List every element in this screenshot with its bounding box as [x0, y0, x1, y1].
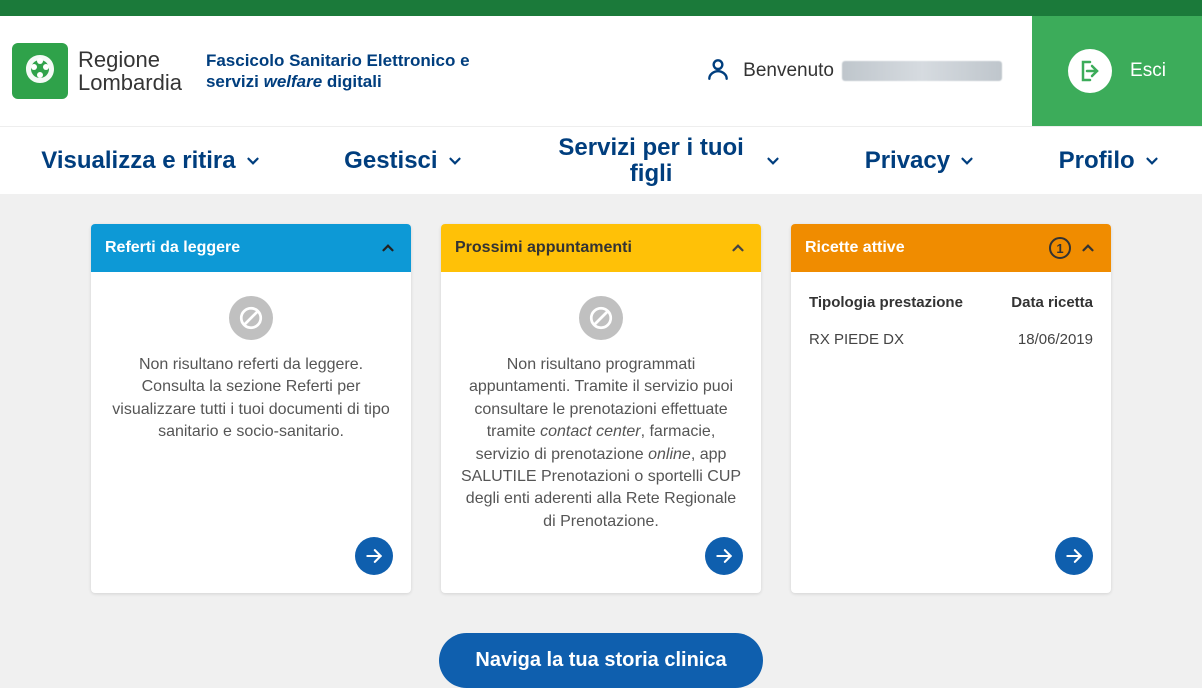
header: Regione Lombardia Fascicolo Sanitario El…	[0, 16, 1202, 126]
ricetta-date: 18/06/2019	[1018, 329, 1093, 350]
dashboard-cards: Referti da leggere Non risultano referti…	[0, 194, 1202, 613]
logo-line1: Regione	[78, 48, 182, 71]
card-title: Referti da leggere	[105, 239, 240, 257]
logo-text: Regione Lombardia	[78, 48, 182, 94]
card-appuntamenti-go-button[interactable]	[705, 537, 743, 575]
card-referti-header[interactable]: Referti da leggere	[91, 224, 411, 272]
bottom-cta-area: Naviga la tua storia clinica	[0, 613, 1202, 688]
main-navbar: Visualizza e ritira Gestisci Servizi per…	[0, 126, 1202, 194]
card-title: Prossimi appuntamenti	[455, 239, 632, 257]
chevron-down-icon	[764, 152, 782, 170]
chevron-down-icon	[446, 152, 464, 170]
regione-lombardia-logo-icon	[12, 43, 68, 99]
nav-label: Servizi per i tuoi figli	[546, 135, 756, 185]
top-green-bar	[0, 0, 1202, 16]
nav-label: Privacy	[865, 148, 950, 173]
tagline-em: welfare	[264, 72, 323, 91]
user-icon	[705, 56, 731, 87]
empty-state-icon	[579, 296, 623, 340]
card-title: Ricette attive	[805, 239, 905, 257]
nav-servizi-figli[interactable]: Servizi per i tuoi figli	[546, 135, 782, 185]
msg-em: contact center	[540, 423, 641, 440]
nav-label: Gestisci	[344, 148, 437, 173]
naviga-storia-clinica-button[interactable]: Naviga la tua storia clinica	[439, 633, 762, 688]
chevron-down-icon	[958, 152, 976, 170]
welcome-text: Benvenuto	[743, 60, 1002, 82]
user-name-redacted	[842, 61, 1002, 81]
msg-em: online	[648, 446, 691, 463]
card-referti-go-button[interactable]	[355, 537, 393, 575]
card-ricette: Ricette attive 1 Tipologia prestazione D…	[791, 224, 1111, 593]
ricetta-name: RX PIEDE DX	[809, 329, 904, 350]
nav-privacy[interactable]: Privacy	[865, 148, 976, 173]
welcome-label: Benvenuto	[743, 60, 834, 82]
count-badge: 1	[1049, 237, 1071, 259]
card-ricette-header[interactable]: Ricette attive 1	[791, 224, 1111, 272]
card-message: Non risultano referti da leggere. Consul…	[109, 354, 393, 444]
card-appuntamenti-header[interactable]: Prossimi appuntamenti	[441, 224, 761, 272]
col-data: Data ricetta	[1011, 292, 1093, 313]
col-tipologia: Tipologia prestazione	[809, 292, 963, 313]
logout-label: Esci	[1130, 60, 1166, 82]
card-appuntamenti: Prossimi appuntamenti Non risultano prog…	[441, 224, 761, 593]
chevron-up-icon	[1079, 239, 1097, 257]
card-message: Non risultano programmati appuntamenti. …	[459, 354, 743, 533]
nav-label: Profilo	[1059, 148, 1135, 173]
ricetta-row: RX PIEDE DX 18/06/2019	[809, 323, 1093, 356]
chevron-down-icon	[244, 152, 262, 170]
empty-state-icon	[229, 296, 273, 340]
logout-icon	[1068, 49, 1112, 93]
logo-block[interactable]: Regione Lombardia	[12, 43, 182, 99]
chevron-up-icon	[729, 239, 747, 257]
card-referti: Referti da leggere Non risultano referti…	[91, 224, 411, 593]
nav-gestisci[interactable]: Gestisci	[344, 148, 463, 173]
card-ricette-go-button[interactable]	[1055, 537, 1093, 575]
tagline-after: digitali	[322, 72, 382, 91]
chevron-down-icon	[1143, 152, 1161, 170]
chevron-up-icon	[379, 239, 397, 257]
nav-label: Visualizza e ritira	[41, 148, 235, 173]
user-area: Benvenuto	[705, 56, 1002, 87]
logout-button[interactable]: Esci	[1032, 16, 1202, 126]
nav-visualizza-ritira[interactable]: Visualizza e ritira	[41, 148, 261, 173]
tagline: Fascicolo Sanitario Elettronico e serviz…	[206, 50, 496, 93]
nav-profilo[interactable]: Profilo	[1059, 148, 1161, 173]
ricette-columns: Tipologia prestazione Data ricetta	[809, 282, 1093, 323]
logo-line2: Lombardia	[78, 71, 182, 94]
